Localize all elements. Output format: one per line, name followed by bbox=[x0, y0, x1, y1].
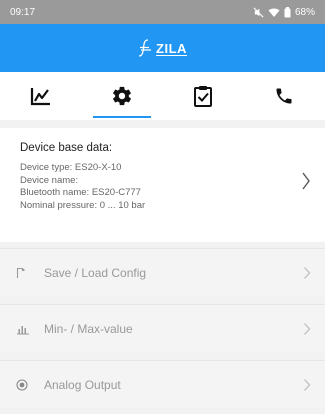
tab-bar bbox=[0, 72, 325, 120]
logo-text: ZILA bbox=[156, 40, 187, 56]
chevron-right-icon bbox=[304, 267, 311, 279]
menu-label: Min- / Max-value bbox=[44, 321, 133, 336]
save-config-icon bbox=[16, 267, 36, 279]
tab-contact[interactable] bbox=[244, 72, 325, 120]
radio-target-icon bbox=[16, 378, 36, 391]
app-screen: 09:17 68% ZILA Device base data: Device … bbox=[0, 0, 325, 414]
clipboard-check-icon bbox=[194, 86, 213, 107]
battery-icon bbox=[284, 6, 291, 18]
chevron-right-icon bbox=[304, 323, 311, 335]
wifi-icon bbox=[268, 7, 280, 18]
nominal-pressure: Nominal pressure: 0 ... 10 bar bbox=[20, 199, 146, 211]
chart-icon bbox=[30, 88, 50, 106]
chevron-right-icon bbox=[302, 172, 310, 190]
status-time: 09:17 bbox=[10, 6, 36, 18]
device-type: Device type: ES20-X-10 bbox=[20, 162, 122, 173]
device-name: Device name: bbox=[20, 174, 79, 186]
bar-chart-icon bbox=[16, 323, 36, 335]
gear-icon bbox=[112, 86, 131, 106]
phone-icon bbox=[276, 88, 292, 104]
menu-label: Analog Output bbox=[44, 377, 121, 392]
mute-icon bbox=[253, 7, 264, 18]
tab-checklist[interactable] bbox=[163, 72, 244, 120]
menu-save-load-config[interactable]: Save / Load Config bbox=[0, 248, 325, 296]
app-header: ZILA bbox=[0, 24, 325, 72]
device-info-card[interactable]: Device base data: Device type: ES20-X-10… bbox=[0, 128, 325, 242]
bluetooth-name: Bluetooth name: ES20-C777 bbox=[20, 187, 141, 198]
battery-level: 68% bbox=[294, 6, 315, 18]
menu-analog-output[interactable]: Analog Output bbox=[0, 360, 325, 408]
zila-logo: ZILA bbox=[138, 39, 187, 57]
status-bar: 09:17 68% bbox=[0, 0, 325, 24]
tab-settings[interactable] bbox=[81, 72, 162, 120]
device-title: Device base data: bbox=[20, 142, 113, 154]
zila-logo-mark-icon bbox=[138, 39, 152, 57]
menu-min-max-value[interactable]: Min- / Max-value bbox=[0, 304, 325, 352]
menu-label: Save / Load Config bbox=[44, 265, 147, 280]
status-icons: 68% bbox=[253, 6, 315, 18]
chevron-right-icon bbox=[304, 379, 311, 391]
tab-chart[interactable] bbox=[0, 72, 81, 120]
